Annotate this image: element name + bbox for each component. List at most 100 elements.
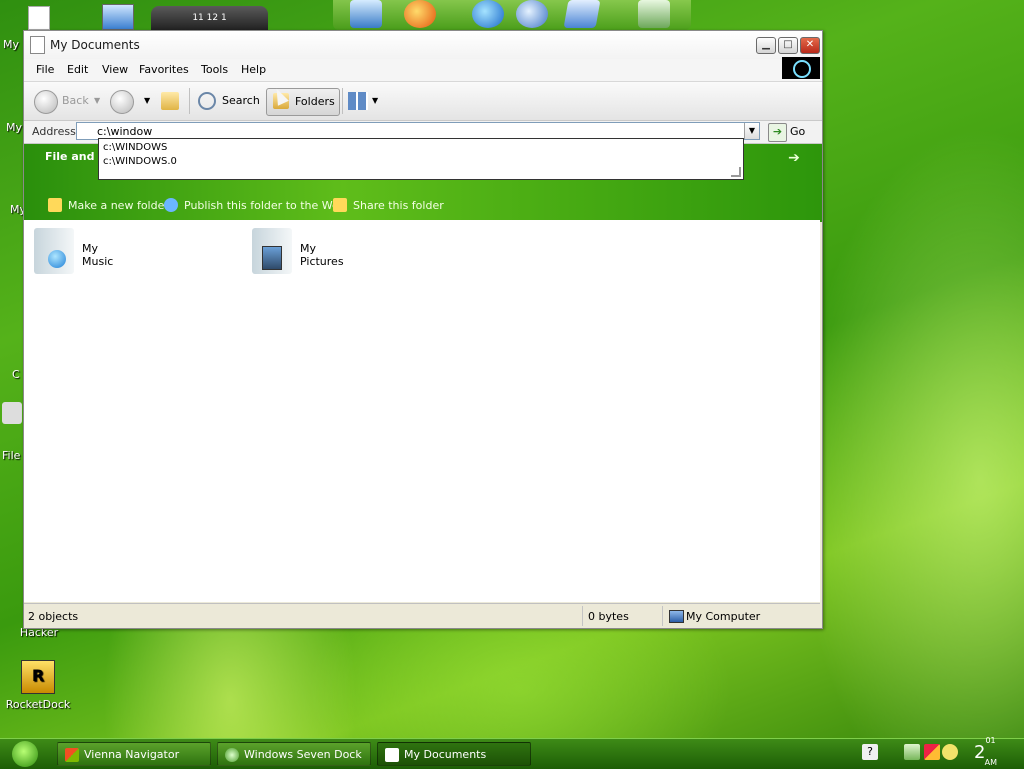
desktop-file-icon[interactable] [28,6,50,30]
dock-ie-icon[interactable] [472,0,504,28]
title-bar[interactable]: My Documents ▁ □ ✕ [24,31,822,59]
explorer-window[interactable]: My Documents ▁ □ ✕ File Edit View Favori… [23,30,823,629]
publish-web-icon [164,198,178,212]
my-computer-icon [669,610,684,623]
windows-logo [782,57,820,79]
status-bar: 2 objects 0 bytes My Computer [24,603,820,628]
back-dropdown-icon[interactable]: ▼ [94,88,100,114]
desktop-edge-label[interactable]: C [12,368,20,381]
status-zone: My Computer [686,610,761,623]
dock-control-panel-icon[interactable] [563,0,601,28]
vienna-icon [65,748,79,762]
autocomplete-item[interactable]: c:\WINDOWS.0 [99,155,743,169]
menu-bar: File Edit View Favorites Tools Help [24,57,822,82]
clock-gadget-face: 11 12 1 [192,13,227,23]
task-pane-title[interactable]: File and F [45,150,106,163]
dock-firefox-icon[interactable] [404,0,436,28]
autocomplete-item[interactable]: c:\WINDOWS [99,141,743,155]
go-arrow-icon[interactable]: ➔ [768,123,787,142]
pictures-folder-icon [252,228,292,274]
task-publish-to-web[interactable]: Publish this folder to the Web [164,198,346,212]
search-button[interactable]: Search [196,88,260,114]
task-label: Share this folder [353,199,444,212]
back-arrow-icon [34,90,58,114]
address-dropdown-icon[interactable]: ▼ [744,123,759,139]
status-divider [662,606,663,626]
go-button[interactable]: Go [790,125,805,138]
search-icon [198,92,216,110]
task-label: Make a new folder [68,199,169,212]
desktop-edge-label[interactable]: My [3,38,19,51]
menu-help[interactable]: Help [241,63,266,76]
document-icon [385,748,399,762]
taskbar: Vienna Navigator Windows Seven Dock My D… [0,736,1024,769]
desktop-edge-label[interactable]: File [2,449,20,462]
address-autocomplete-list[interactable]: c:\WINDOWS c:\WINDOWS.0 [98,138,744,180]
status-object-count: 2 objects [28,610,79,623]
seven-dock-icon [225,748,239,762]
views-dropdown-icon: ▼ [372,96,379,105]
desktop-clock-gadget[interactable]: 11 12 1 [151,6,268,30]
help-icon[interactable]: ? [862,744,878,760]
clock-ampm: AM [984,757,997,767]
taskbar-button-vienna[interactable]: Vienna Navigator [57,742,211,766]
clock-hour: 2 [973,742,986,763]
taskbar-clock[interactable]: 201 AM [973,736,1008,767]
menu-file[interactable]: File [36,63,54,76]
dock-media-player-icon[interactable] [516,0,548,28]
desktop-icon-rocketdock[interactable]: R RocketDock [3,660,73,711]
start-button[interactable] [12,741,38,767]
desktop-folder-icon[interactable] [2,402,22,424]
resize-grip-icon[interactable] [731,167,741,177]
back-button[interactable]: Back ▼ [32,88,102,114]
task-share-folder[interactable]: Share this folder [333,198,444,212]
toolbar: Back ▼ ▼ Search Folders ▼ [24,82,822,121]
taskbar-label: Windows Seven Dock [244,748,362,761]
toolbar-separator [189,88,190,114]
menu-view[interactable]: View [102,63,128,76]
desktop-icon-label: RocketDock [5,698,71,711]
picture-thumbnail-icon [262,246,282,270]
task-make-new-folder[interactable]: Make a new folder [48,198,169,212]
menu-tools[interactable]: Tools [201,63,228,76]
close-button[interactable]: ✕ [800,37,820,54]
folders-label: Folders [295,95,335,108]
toolbar-separator [342,88,343,114]
rocketdock-icon: R [21,660,55,694]
menu-favorites[interactable]: Favorites [139,63,189,76]
desktop-window-icon[interactable] [102,4,134,30]
share-folder-icon [333,198,347,212]
volume-icon[interactable] [942,744,958,760]
task-label: Publish this folder to the Web [184,199,346,212]
window-title: My Documents [50,38,140,52]
search-label: Search [222,94,260,107]
dock-computer-icon[interactable] [350,0,382,28]
security-icon[interactable] [924,744,940,760]
taskbar-label: My Documents [404,748,487,761]
forward-dropdown-icon[interactable]: ▼ [144,88,150,114]
menu-edit[interactable]: Edit [67,63,88,76]
views-button[interactable]: ▼ [348,88,382,114]
logo-ring-icon [793,60,811,78]
clock-minutes: 01 [985,736,996,745]
taskbar-button-seven-dock[interactable]: Windows Seven Dock [217,742,371,766]
up-folder-icon [161,92,179,110]
forward-button[interactable]: ▼ [110,88,154,114]
new-folder-icon [48,198,62,212]
up-folder-button[interactable] [159,88,183,114]
document-icon [30,36,45,54]
status-size: 0 bytes [588,610,629,623]
file-list[interactable]: My Music My Pictures [24,220,820,602]
desktop-edge-label[interactable]: My [6,121,22,134]
item-label: My Pictures [300,242,344,268]
expand-arrow-icon[interactable]: ➔ [786,150,802,166]
maximize-button[interactable]: □ [778,37,798,54]
status-divider [582,606,583,626]
minimize-button[interactable]: ▁ [756,37,776,54]
dock-recycle-bin-icon[interactable] [638,0,670,28]
network-icon[interactable] [904,744,920,760]
taskbar-label: Vienna Navigator [84,748,180,761]
music-folder-icon [34,228,74,274]
taskbar-button-my-documents[interactable]: My Documents [377,742,531,766]
address-label: Address [32,125,76,138]
